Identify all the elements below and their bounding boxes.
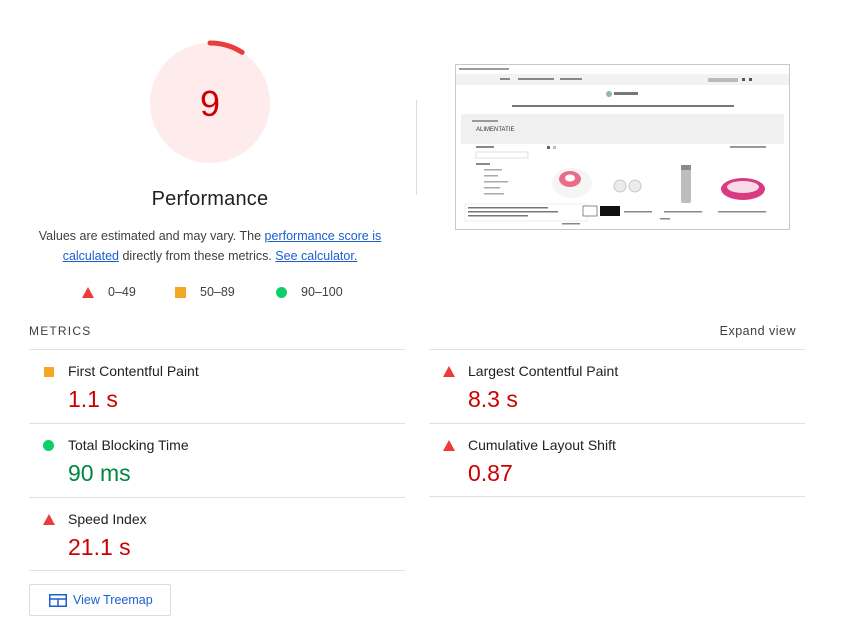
average-square-icon <box>44 367 54 377</box>
metric-name: Largest Contentful Paint <box>468 363 619 379</box>
performance-score: 9 <box>199 83 221 124</box>
description-text: Values are estimated and may vary. The <box>38 229 265 243</box>
fail-triangle-icon <box>82 286 94 298</box>
metrics-heading: METRICS <box>29 324 92 338</box>
expand-view-toggle[interactable]: Expand view <box>720 324 796 338</box>
performance-gauge: 9 <box>145 38 275 168</box>
average-square-icon <box>175 286 186 298</box>
metric-name: Speed Index <box>68 511 147 527</box>
page-screenshot-image: ALIMENTATIE <box>456 65 789 229</box>
pass-circle-icon <box>276 286 287 298</box>
metric-value: 90 ms <box>68 460 131 486</box>
description-text-2: directly from these metrics. <box>119 249 276 263</box>
gauge-title: Performance <box>151 188 269 210</box>
score-description: Values are estimated and may vary. The p… <box>20 226 400 266</box>
metric-cumulative-layout-shift: Cumulative Layout Shift 0.87 <box>429 423 805 496</box>
see-calculator-link[interactable]: See calculator. <box>275 249 357 263</box>
final-screenshot-thumbnail[interactable]: ALIMENTATIE <box>455 64 790 230</box>
fail-triangle-icon <box>43 514 55 525</box>
legend-range: 90–100 <box>301 285 343 299</box>
metric-name: First Contentful Paint <box>68 363 199 379</box>
metric-value: 21.1 s <box>68 534 131 560</box>
metric-total-blocking-time: Total Blocking Time 90 ms <box>29 423 405 496</box>
legend-range: 50–89 <box>200 285 235 299</box>
legend-item-pass: 90–100 <box>276 285 343 299</box>
metric-name: Total Blocking Time <box>68 437 189 453</box>
metric-name: Cumulative Layout Shift <box>468 437 616 453</box>
fail-triangle-icon <box>443 366 455 377</box>
pass-circle-icon <box>43 440 54 451</box>
metric-value: 1.1 s <box>68 386 118 412</box>
treemap-icon <box>49 593 67 607</box>
view-treemap-label: View Treemap <box>73 593 153 607</box>
legend-item-fail: 0–49 <box>82 285 136 299</box>
fail-triangle-icon <box>443 440 455 451</box>
view-treemap-button[interactable]: View Treemap <box>29 584 171 616</box>
metric-divider <box>429 496 805 497</box>
legend-range: 0–49 <box>108 285 136 299</box>
metric-value: 0.87 <box>468 460 513 486</box>
metric-speed-index: Speed Index 21.1 s <box>29 497 405 570</box>
legend-item-average: 50–89 <box>175 285 235 299</box>
screenshot-heading: ALIMENTATIE <box>476 127 514 133</box>
vertical-divider <box>416 100 417 195</box>
metric-value: 8.3 s <box>468 386 518 412</box>
metric-divider <box>29 570 405 571</box>
metric-first-contentful-paint: First Contentful Paint 1.1 s <box>29 349 405 422</box>
metric-largest-contentful-paint: Largest Contentful Paint 8.3 s <box>429 349 805 422</box>
